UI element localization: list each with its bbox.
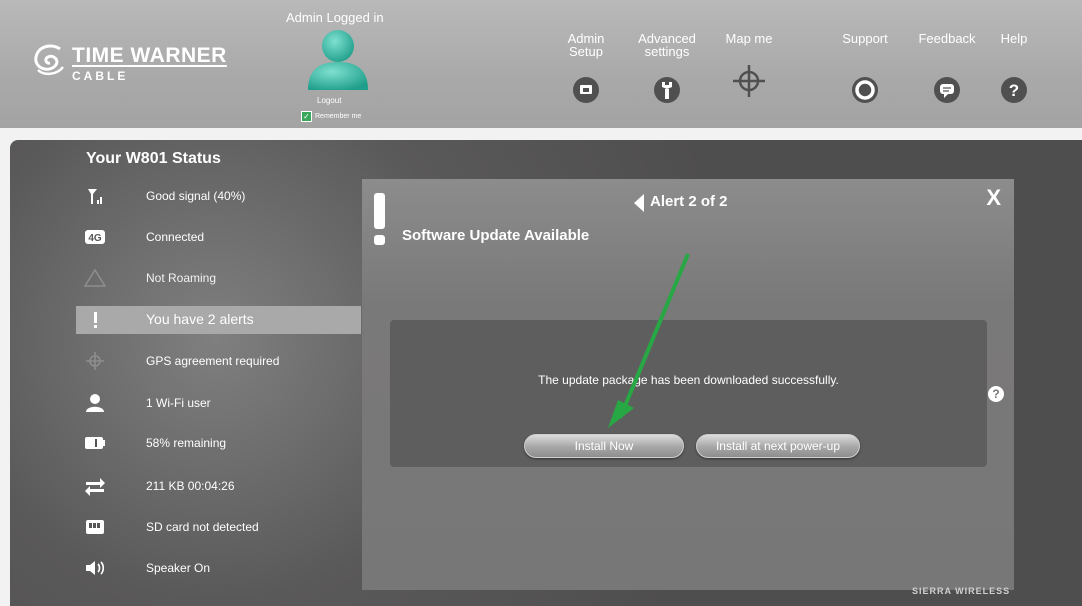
svg-text:?: ?	[1009, 81, 1019, 100]
sd-card-icon	[86, 520, 104, 534]
nav-feedback-label: Feedback	[918, 31, 976, 46]
nav-feedback[interactable]: Feedback	[910, 31, 984, 103]
logout-link[interactable]: Logout	[317, 96, 341, 105]
battery-icon	[85, 437, 105, 449]
nav-help-label: Help	[1000, 31, 1028, 46]
signal-icon	[88, 189, 102, 204]
speech-bubble-icon	[934, 77, 960, 103]
status-connection[interactable]: 4G Connected	[76, 223, 361, 251]
prev-alert-arrow-icon[interactable]	[632, 192, 646, 214]
wrench-icon	[654, 77, 680, 103]
install-later-button[interactable]: Install at next power-up	[696, 434, 860, 458]
alert-icon	[94, 312, 97, 328]
logo-text-line2: CABLE	[72, 69, 129, 83]
logo-text-line1: TIME WARNER	[72, 44, 227, 67]
nav-admin-setup[interactable]: Admin Setup	[562, 31, 610, 103]
gps-icon	[86, 352, 104, 370]
status-signal-text: Good signal (40%)	[146, 189, 246, 203]
status-data-usage-text: 211 KB 00:04:26	[146, 479, 235, 493]
transfer-icon	[85, 478, 105, 496]
roaming-icon	[84, 268, 106, 287]
status-signal[interactable]: Good signal (40%)	[76, 182, 361, 210]
alert-counter: Alert 2 of 2	[650, 193, 728, 210]
remember-me-label: Remember me	[315, 113, 362, 120]
green-annotation-arrow	[608, 253, 690, 428]
nav-admin-setup-label: Admin Setup	[567, 31, 605, 59]
top-header: TIME WARNER CABLE Admin Logged in Logout…	[0, 0, 1082, 128]
nav-advanced-settings-label: Advanced settings	[638, 31, 696, 59]
nav-support[interactable]: Support	[836, 31, 894, 103]
user-icon	[86, 394, 104, 412]
status-battery-text: 58% remaining	[146, 436, 227, 450]
modal-title: Software Update Available	[402, 227, 590, 244]
status-title: Your W801 Status	[86, 150, 221, 167]
status-wifi-users-text: 1 Wi-Fi user	[146, 396, 211, 410]
remember-me[interactable]: ✓ Remember me	[301, 111, 361, 122]
close-button[interactable]: X	[986, 185, 1001, 211]
status-gps[interactable]: GPS agreement required	[76, 347, 361, 375]
status-wifi-users[interactable]: 1 Wi-Fi user	[76, 389, 361, 417]
status-roaming-text: Not Roaming	[146, 271, 217, 285]
status-roaming[interactable]: Not Roaming	[76, 264, 361, 292]
time-warner-logo[interactable]: TIME WARNER CABLE	[30, 38, 230, 88]
admin-avatar-icon[interactable]	[304, 26, 372, 90]
status-gps-text: GPS agreement required	[146, 354, 280, 368]
nav-map-me-label: Map me	[725, 31, 773, 46]
svg-text:4G: 4G	[88, 233, 102, 244]
help-icon[interactable]: ?	[988, 386, 1004, 402]
nav-help[interactable]: Help ?	[992, 31, 1036, 103]
swirl-logo-icon	[34, 44, 64, 76]
remember-me-checkbox[interactable]: ✓	[301, 111, 312, 122]
install-now-button[interactable]: Install Now	[524, 434, 684, 458]
admin-setup-icon	[573, 77, 599, 103]
admin-status-title: Admin Logged in	[286, 10, 384, 25]
status-data-usage[interactable]: 211 KB 00:04:26	[76, 472, 361, 500]
4g-icon: 4G	[85, 230, 105, 244]
nav-advanced-settings[interactable]: Advanced settings	[628, 31, 706, 103]
status-sd-card-text: SD card not detected	[146, 520, 259, 534]
lifebuoy-icon	[852, 77, 878, 103]
crosshair-icon	[733, 65, 765, 97]
nav-map-me[interactable]: Map me	[718, 31, 780, 97]
speaker-icon	[86, 561, 105, 575]
status-alerts[interactable]: You have 2 alerts	[76, 306, 361, 334]
status-sd-card[interactable]: SD card not detected	[76, 513, 361, 541]
exclamation-icon	[374, 193, 385, 245]
status-battery[interactable]: 58% remaining	[76, 429, 361, 457]
status-alerts-text: You have 2 alerts	[146, 311, 254, 327]
nav-support-label: Support	[842, 31, 888, 46]
status-speaker[interactable]: Speaker On	[76, 554, 361, 582]
question-icon: ?	[1001, 77, 1027, 103]
status-speaker-text: Speaker On	[146, 561, 211, 575]
status-connection-text: Connected	[146, 230, 205, 244]
brand-watermark: SIERRA WIRELESS	[912, 586, 1011, 596]
